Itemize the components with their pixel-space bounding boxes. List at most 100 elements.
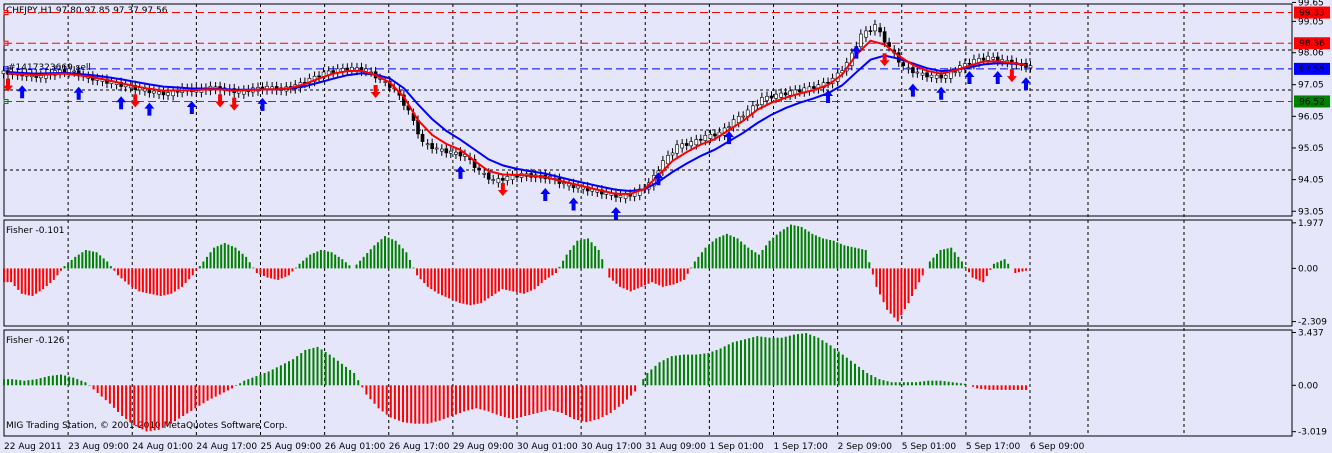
buy-arrow	[540, 188, 551, 202]
x-axis-label: 5 Sep 01:00	[902, 442, 957, 452]
candle-body	[1, 70, 6, 74]
candle-body	[774, 93, 778, 99]
chart-window: CHFJPY,H1 97.80 97.85 97.37 97.56 #14173…	[0, 0, 1332, 453]
main-chart-title: CHFJPY,H1 97.80 97.85 97.37 97.56	[6, 6, 168, 16]
candle-body	[505, 176, 510, 181]
sell-arrow	[370, 84, 381, 98]
candle-body	[755, 104, 760, 106]
y-axis-label: -3.019	[1298, 428, 1327, 438]
candle-body	[666, 155, 670, 165]
y-axis-label: 0.00	[1298, 264, 1318, 274]
x-axis-label: 25 Aug 09:00	[261, 442, 322, 452]
sell-arrow	[215, 94, 226, 108]
y-axis-label: 1.977	[1298, 219, 1324, 229]
buy-arrow	[257, 97, 268, 111]
candle-body	[943, 74, 948, 79]
x-axis-label: 2 Sep 09:00	[838, 442, 893, 452]
buy-arrow	[610, 207, 621, 221]
buy-arrow	[73, 86, 84, 100]
candle-body	[496, 178, 501, 184]
buy-arrow	[568, 197, 579, 211]
x-axis-label: 29 Aug 09:00	[453, 442, 514, 452]
candle-body	[680, 143, 684, 149]
candle-body	[491, 179, 496, 181]
trading-chart: CHFJPY,H1 97.80 97.85 97.37 97.56 #14173…	[1, 0, 1330, 452]
candle-body	[859, 33, 863, 48]
y-axis-label: 94.05	[1298, 176, 1324, 186]
x-axis-label: 24 Aug 01:00	[132, 442, 193, 452]
buy-arrow	[992, 70, 1003, 84]
candle-body	[868, 30, 873, 32]
candle-body	[934, 74, 939, 79]
y-axis-label: -2.309	[1298, 318, 1327, 328]
x-axis-label: 31 Aug 09:00	[645, 442, 706, 452]
candle-body	[67, 68, 71, 73]
sell-arrow	[1006, 69, 1017, 83]
x-axis-label: 1 Sep 17:00	[774, 442, 829, 452]
candle-body	[444, 148, 449, 154]
y-axis-label: 97.05	[1298, 81, 1324, 91]
candle-body	[901, 62, 906, 67]
y-axis-label: 93.05	[1298, 207, 1324, 217]
buy-arrow	[144, 102, 155, 116]
candle-body	[458, 151, 463, 157]
y-axis-label: 0.00	[1298, 381, 1318, 391]
candle-body	[713, 133, 717, 137]
candle-body	[878, 27, 882, 33]
candle-body	[769, 95, 774, 99]
candle-body	[420, 133, 425, 142]
level-price-label: 96.52	[1299, 97, 1325, 107]
candle-body	[689, 141, 693, 147]
candle-body	[486, 172, 491, 180]
candle-body	[991, 56, 996, 60]
candle-body	[864, 30, 868, 38]
x-axis-label: 24 Aug 17:00	[196, 442, 257, 452]
candle-body	[760, 97, 764, 106]
candle-body	[882, 31, 887, 43]
candle-body	[618, 195, 623, 198]
level-price-label: 97.55	[1299, 65, 1325, 75]
candle-body	[911, 67, 915, 74]
candle-body	[727, 126, 731, 128]
fisher2-title: Fisher -0.126	[6, 336, 65, 346]
candle-body	[906, 67, 911, 70]
candle-body	[708, 133, 713, 139]
candle-body	[797, 89, 802, 93]
candle-body	[694, 139, 699, 146]
y-axis-label: 99.05	[1298, 17, 1324, 27]
candle-body	[161, 90, 166, 96]
candle-body	[430, 143, 434, 150]
candle-body	[501, 177, 505, 181]
level-price-label: 98.36	[1299, 39, 1325, 49]
x-axis-label: 26 Aug 01:00	[325, 442, 386, 452]
x-axis-label: 5 Sep 17:00	[966, 442, 1021, 452]
buy-arrow	[186, 101, 197, 115]
x-axis-label: 23 Aug 09:00	[68, 442, 129, 452]
x-axis-label: 22 Aug 2011	[4, 442, 62, 452]
candle-body	[981, 57, 986, 61]
x-axis-label: 30 Aug 01:00	[517, 442, 578, 452]
candle-body	[143, 88, 147, 92]
candle-body	[317, 75, 321, 78]
candle-body	[949, 71, 953, 79]
x-axis-label: 30 Aug 17:00	[581, 442, 642, 452]
candle-body	[915, 71, 920, 74]
candle-body	[783, 92, 788, 96]
candle-body	[434, 147, 439, 150]
fisher1-title: Fisher -0.101	[6, 226, 65, 236]
candle-body	[925, 72, 929, 78]
candle-body	[166, 92, 170, 96]
candle-body	[1028, 65, 1033, 69]
buy-arrow	[17, 85, 28, 99]
x-axis-label: 6 Sep 09:00	[1030, 442, 1085, 452]
candle-body	[699, 138, 703, 141]
sell-arrow	[879, 53, 890, 67]
candle-body	[72, 70, 76, 73]
candle-body	[873, 24, 877, 32]
y-axis-label: 96.05	[1298, 112, 1324, 122]
candle-body	[62, 69, 67, 73]
sell-arrow	[497, 183, 508, 197]
candle-body	[736, 116, 741, 123]
candle-body	[675, 144, 679, 154]
candle-body	[454, 151, 458, 155]
